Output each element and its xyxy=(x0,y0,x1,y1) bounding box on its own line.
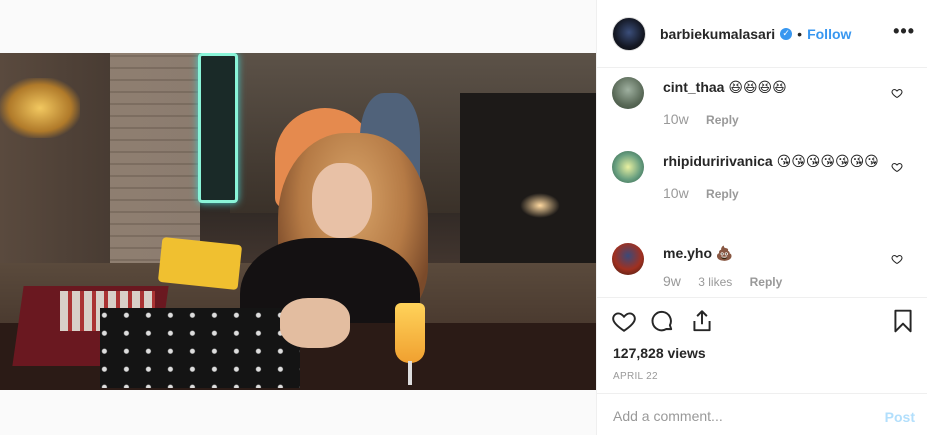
comment-bubble-icon[interactable] xyxy=(649,308,675,334)
comment-input[interactable] xyxy=(613,408,863,424)
reply-button[interactable]: Reply xyxy=(706,113,739,127)
woman-hands xyxy=(280,298,350,348)
heart-icon[interactable] xyxy=(611,308,637,334)
comment-composer: Post xyxy=(597,393,927,435)
author-username[interactable]: barbiekumalasari xyxy=(660,26,775,42)
comment-meta: 10w Reply xyxy=(663,185,927,201)
woman-face xyxy=(312,163,372,238)
yellow-bag xyxy=(157,236,243,291)
commenter-username[interactable]: rhipiduririvanica xyxy=(663,153,773,169)
comment-body: 😘😘😘😘😘😘😘 xyxy=(776,154,879,170)
post-comment-button[interactable]: Post xyxy=(885,409,915,425)
more-options-icon[interactable]: ••• xyxy=(893,21,915,42)
comment-age: 10w xyxy=(663,111,689,127)
share-icon[interactable] xyxy=(689,308,715,334)
comment-age: 10w xyxy=(663,185,689,201)
author-avatar[interactable] xyxy=(612,16,646,51)
comment-body: 😆😆😆😆 xyxy=(728,80,787,96)
juice-glass xyxy=(395,303,425,363)
post-media xyxy=(0,0,596,435)
comment-item: cint_thaa 😆😆😆😆 10w Reply xyxy=(597,77,927,127)
post-header: barbiekumalasari ✓ • Follow ••• xyxy=(597,0,927,68)
comment-text: rhipiduririvanica 😘😘😘😘😘😘😘 xyxy=(663,151,927,172)
view-count: 127,828 views xyxy=(613,345,706,361)
action-bar xyxy=(611,308,916,336)
commenter-username[interactable]: cint_thaa xyxy=(663,79,724,95)
commenter-username[interactable]: me.yho xyxy=(663,245,712,261)
comment-text: me.yho 💩 xyxy=(663,243,927,264)
reply-button[interactable]: Reply xyxy=(750,275,783,289)
comment-body: 💩 xyxy=(715,246,734,262)
glass-stem xyxy=(408,361,412,385)
comment-item: me.yho 💩 9w 3 likes Reply xyxy=(597,243,927,289)
lamp-light xyxy=(0,78,80,138)
commenter-avatar[interactable] xyxy=(612,243,644,275)
comments-list[interactable]: cint_thaa 😆😆😆😆 10w Reply rhipiduririvani… xyxy=(597,69,927,297)
separator-dot: • xyxy=(797,25,803,42)
post-sidebar: barbiekumalasari ✓ • Follow ••• cint_tha… xyxy=(596,0,927,435)
candle-glow xyxy=(520,193,560,218)
heart-icon[interactable] xyxy=(890,253,904,265)
comment-age: 9w xyxy=(663,273,681,289)
comment-item: rhipiduririvanica 😘😘😘😘😘😘😘 10w Reply xyxy=(597,151,927,201)
follow-button[interactable]: Follow xyxy=(807,26,851,42)
comment-meta: 10w Reply xyxy=(663,111,927,127)
comment-text: cint_thaa 😆😆😆😆 xyxy=(663,77,927,98)
heart-icon[interactable] xyxy=(890,161,904,173)
heart-icon[interactable] xyxy=(890,87,904,99)
reply-button[interactable]: Reply xyxy=(706,187,739,201)
jewelry-display xyxy=(100,308,300,388)
commenter-avatar[interactable] xyxy=(612,151,644,183)
verified-badge-icon: ✓ xyxy=(780,27,793,40)
comment-like-count[interactable]: 3 likes xyxy=(698,275,732,289)
commenter-avatar[interactable] xyxy=(612,77,644,109)
neon-sign xyxy=(198,53,238,203)
comment-meta: 9w 3 likes Reply xyxy=(663,273,927,289)
video-player[interactable] xyxy=(0,53,596,390)
bookmark-icon[interactable] xyxy=(890,308,916,334)
post-date[interactable]: APRIL 22 xyxy=(613,371,658,382)
post-actions: 127,828 views APRIL 22 Post xyxy=(597,297,927,435)
